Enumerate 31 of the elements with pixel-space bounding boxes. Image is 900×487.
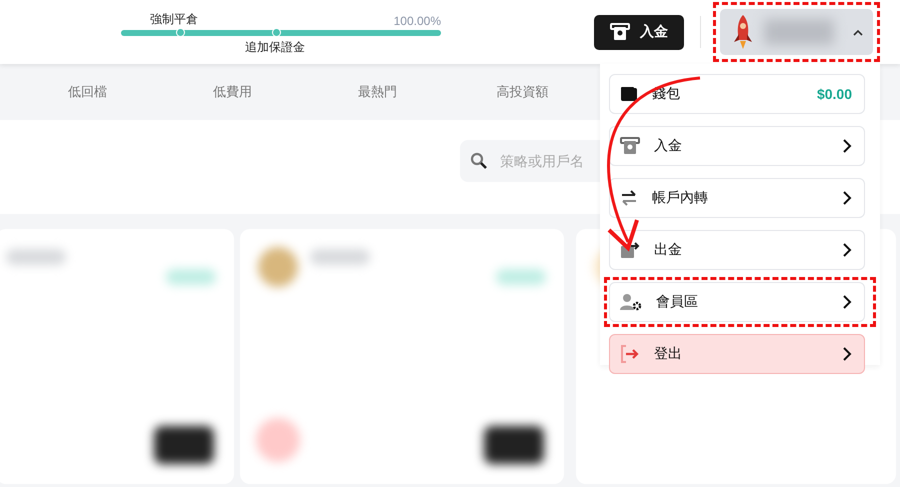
- atm-icon: [610, 23, 630, 41]
- chevron-right-icon: [842, 138, 852, 154]
- caret-icon: [853, 28, 863, 36]
- atm-icon: [620, 137, 640, 155]
- account-button[interactable]: [720, 9, 873, 55]
- filter-tab[interactable]: 高投資額: [450, 64, 595, 120]
- rocket-icon: [732, 14, 754, 50]
- filter-tab[interactable]: 低費用: [160, 64, 305, 120]
- wallet-icon: [620, 86, 638, 102]
- user-gear-icon: [620, 293, 642, 311]
- meter-marker: [272, 28, 281, 37]
- meter-label: 追加保證金: [245, 40, 305, 54]
- transfer-icon: [620, 190, 638, 206]
- chevron-right-icon: [842, 242, 852, 258]
- deposit-button[interactable]: 入金: [594, 14, 684, 50]
- menu-item[interactable]: 登出: [609, 334, 865, 374]
- filter-tab[interactable]: 低回檔: [15, 64, 160, 120]
- search-icon: [470, 152, 488, 170]
- meter-reading: 100.00%: [394, 14, 441, 28]
- filter-tab[interactable]: 最熱門: [305, 64, 450, 120]
- menu-item[interactable]: 出金: [609, 230, 865, 270]
- logout-icon: [620, 345, 640, 363]
- withdraw-icon: [620, 241, 640, 259]
- chevron-right-icon: [842, 294, 852, 310]
- menu-item[interactable]: 入金: [609, 126, 865, 166]
- menu-item[interactable]: 帳戶內轉: [609, 178, 865, 218]
- meter-marker: [176, 28, 185, 37]
- meter-label: 強制平倉: [150, 11, 198, 28]
- chevron-right-icon: [842, 346, 852, 362]
- menu-item[interactable]: 會員區: [609, 282, 865, 322]
- chevron-right-icon: [842, 190, 852, 206]
